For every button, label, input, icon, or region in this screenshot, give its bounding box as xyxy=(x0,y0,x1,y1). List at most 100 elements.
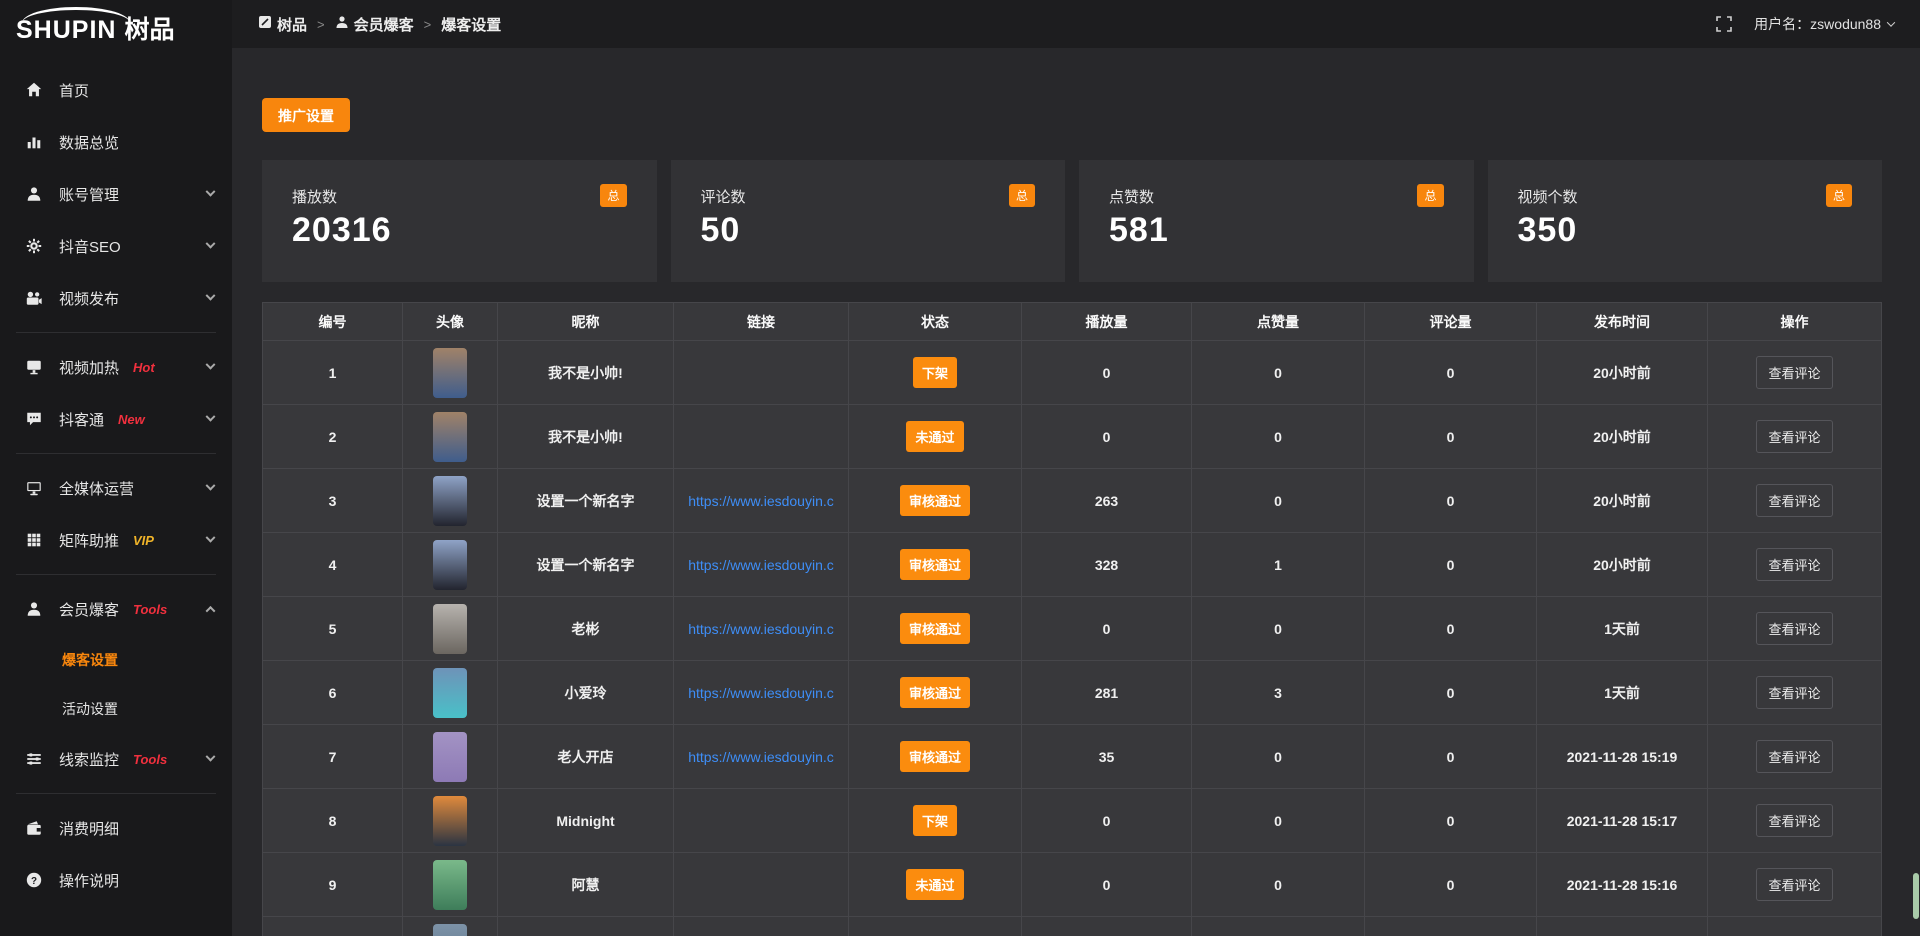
sidebar-item-video-publish[interactable]: 视频发布 xyxy=(0,272,232,324)
view-comments-button[interactable]: 查看评论 xyxy=(1756,356,1832,389)
avatar[interactable] xyxy=(433,540,467,590)
cell-status xyxy=(849,917,1022,936)
cell-comments: 0 xyxy=(1365,661,1537,725)
column-header: 状态 xyxy=(849,303,1022,341)
avatar[interactable] xyxy=(433,604,467,654)
chevron-icon xyxy=(206,751,216,761)
stat-total-badge: 总 xyxy=(600,184,626,207)
cell-time: 1天前 xyxy=(1537,597,1708,661)
view-comments-button[interactable]: 查看评论 xyxy=(1756,420,1832,453)
home-icon xyxy=(24,80,44,100)
avatar[interactable] xyxy=(433,476,467,526)
cell-likes: 0 xyxy=(1192,469,1365,533)
avatar[interactable] xyxy=(433,796,467,846)
cell-action: 查看评论 xyxy=(1708,341,1882,405)
status-badge[interactable]: 审核通过 xyxy=(900,613,970,644)
breadcrumb-item-member[interactable]: 会员爆客 xyxy=(335,14,414,35)
sidebar-item-matrix-boost[interactable]: 矩阵助推 VIP xyxy=(0,514,232,566)
cell-id: 9 xyxy=(263,853,403,917)
sidebar-item-label: 线索监控 xyxy=(59,749,119,770)
status-badge[interactable]: 未通过 xyxy=(906,869,963,900)
cell-status: 未通过 xyxy=(849,405,1022,469)
sidebar-item-data-overview[interactable]: 数据总览 xyxy=(0,116,232,168)
sidebar-item-badge: Hot xyxy=(133,360,155,375)
sidebar-item-label: 抖客通 xyxy=(59,409,104,430)
avatar[interactable] xyxy=(433,924,467,936)
cell-link xyxy=(674,853,849,917)
sidebar-item-clue-monitor[interactable]: 线索监控 Tools xyxy=(0,733,232,785)
topbar: 树品 > 会员爆客 > 爆客设置 用户名：zswodun88 xyxy=(232,0,1920,48)
status-badge[interactable]: 审核通过 xyxy=(900,677,970,708)
sidebar-item-douketong[interactable]: 抖客通 New xyxy=(0,393,232,445)
avatar[interactable] xyxy=(433,860,467,910)
cell-time: 2021-11-28 15:19 xyxy=(1537,725,1708,789)
cell-link xyxy=(674,341,849,405)
sidebar-item-home[interactable]: 首页 xyxy=(0,64,232,116)
promo-settings-button[interactable]: 推广设置 xyxy=(262,98,350,132)
cell-status: 审核通过 xyxy=(849,725,1022,789)
sidebar-item-account-manage[interactable]: 账号管理 xyxy=(0,168,232,220)
sidebar-subitem-activity-settings[interactable]: 活动设置 xyxy=(0,684,232,733)
table-row: 2 我不是小帅! 未通过 0 0 0 20小时前 查看评论 xyxy=(263,405,1882,469)
brand-name-cn: 树品 xyxy=(124,4,174,46)
sidebar-item-douyin-seo[interactable]: 抖音SEO xyxy=(0,220,232,272)
status-badge[interactable]: 下架 xyxy=(913,805,957,836)
sidebar-item-label: 数据总览 xyxy=(59,132,119,153)
avatar[interactable] xyxy=(433,732,467,782)
breadcrumb-item-home[interactable]: 树品 xyxy=(258,14,307,35)
status-badge[interactable]: 审核通过 xyxy=(900,741,970,772)
video-link[interactable]: https://www.iesdouyin.c xyxy=(688,493,834,509)
stat-card: 视频个数 350 总 xyxy=(1488,160,1883,282)
sidebar-item-media-operation[interactable]: 全媒体运营 xyxy=(0,462,232,514)
sidebar-item-label: 会员爆客 xyxy=(59,599,119,620)
user-menu[interactable]: 用户名：zswodun88 xyxy=(1754,14,1894,34)
table-row: 8 Midnight 下架 0 0 0 2021-11-28 15:17 查看评… xyxy=(263,789,1882,853)
view-comments-button[interactable]: 查看评论 xyxy=(1756,740,1832,773)
view-comments-button[interactable]: 查看评论 xyxy=(1756,676,1832,709)
breadcrumb-item-current: 爆客设置 xyxy=(441,14,501,35)
avatar[interactable] xyxy=(433,668,467,718)
cell-likes: 0 xyxy=(1192,853,1365,917)
cell-plays: 0 xyxy=(1022,789,1192,853)
video-link[interactable]: https://www.iesdouyin.c xyxy=(688,749,834,765)
view-comments-button[interactable]: 查看评论 xyxy=(1756,868,1832,901)
video-link[interactable]: https://www.iesdouyin.c xyxy=(688,621,834,637)
avatar[interactable] xyxy=(433,348,467,398)
view-comments-button[interactable]: 查看评论 xyxy=(1756,612,1832,645)
fullscreen-icon[interactable] xyxy=(1716,16,1732,32)
status-badge[interactable]: 下架 xyxy=(913,357,957,388)
cell-link: https://www.iesdouyin.c xyxy=(674,533,849,597)
stat-total-badge: 总 xyxy=(1009,184,1035,207)
view-comments-button[interactable]: 查看评论 xyxy=(1756,484,1832,517)
avatar[interactable] xyxy=(433,412,467,462)
sidebar-item-member-baoke[interactable]: 会员爆客 Tools xyxy=(0,583,232,635)
status-badge[interactable]: 审核通过 xyxy=(900,485,970,516)
sidebar-subitem-baoke-settings[interactable]: 爆客设置 xyxy=(0,635,232,684)
sidebar-item-label: 全媒体运营 xyxy=(59,478,134,499)
table-row: 7 老人开店 https://www.iesdouyin.c 审核通过 35 0… xyxy=(263,725,1882,789)
status-badge[interactable]: 审核通过 xyxy=(900,549,970,580)
video-link[interactable]: https://www.iesdouyin.c xyxy=(688,557,834,573)
view-comments-button[interactable]: 查看评论 xyxy=(1756,548,1832,581)
cell-nickname: 我不是小帅! xyxy=(498,405,674,469)
video-link[interactable]: https://www.iesdouyin.c xyxy=(688,685,834,701)
cell-link xyxy=(674,917,849,936)
cell-id: 3 xyxy=(263,469,403,533)
sidebar-item-consume-detail[interactable]: 消费明细 xyxy=(0,802,232,854)
bar-chart-icon xyxy=(24,132,44,152)
cell-action: 查看评论 xyxy=(1708,597,1882,661)
cell-link: https://www.iesdouyin.c xyxy=(674,597,849,661)
scrollbar-thumb[interactable] xyxy=(1913,873,1919,919)
view-comments-button[interactable]: 查看评论 xyxy=(1756,804,1832,837)
sidebar-item-label: 视频加热 xyxy=(59,357,119,378)
cell-plays: 0 xyxy=(1022,341,1192,405)
status-badge[interactable]: 未通过 xyxy=(906,421,963,452)
cell-action: 查看评论 xyxy=(1708,789,1882,853)
cell-plays: 35 xyxy=(1022,725,1192,789)
cell-likes: 0 xyxy=(1192,341,1365,405)
grid-icon xyxy=(24,530,44,550)
sidebar-item-operation-help[interactable]: ? 操作说明 xyxy=(0,854,232,906)
sidebar-divider xyxy=(16,453,216,454)
sidebar-item-video-heat[interactable]: 视频加热 Hot xyxy=(0,341,232,393)
cell-time: 20小时前 xyxy=(1537,469,1708,533)
